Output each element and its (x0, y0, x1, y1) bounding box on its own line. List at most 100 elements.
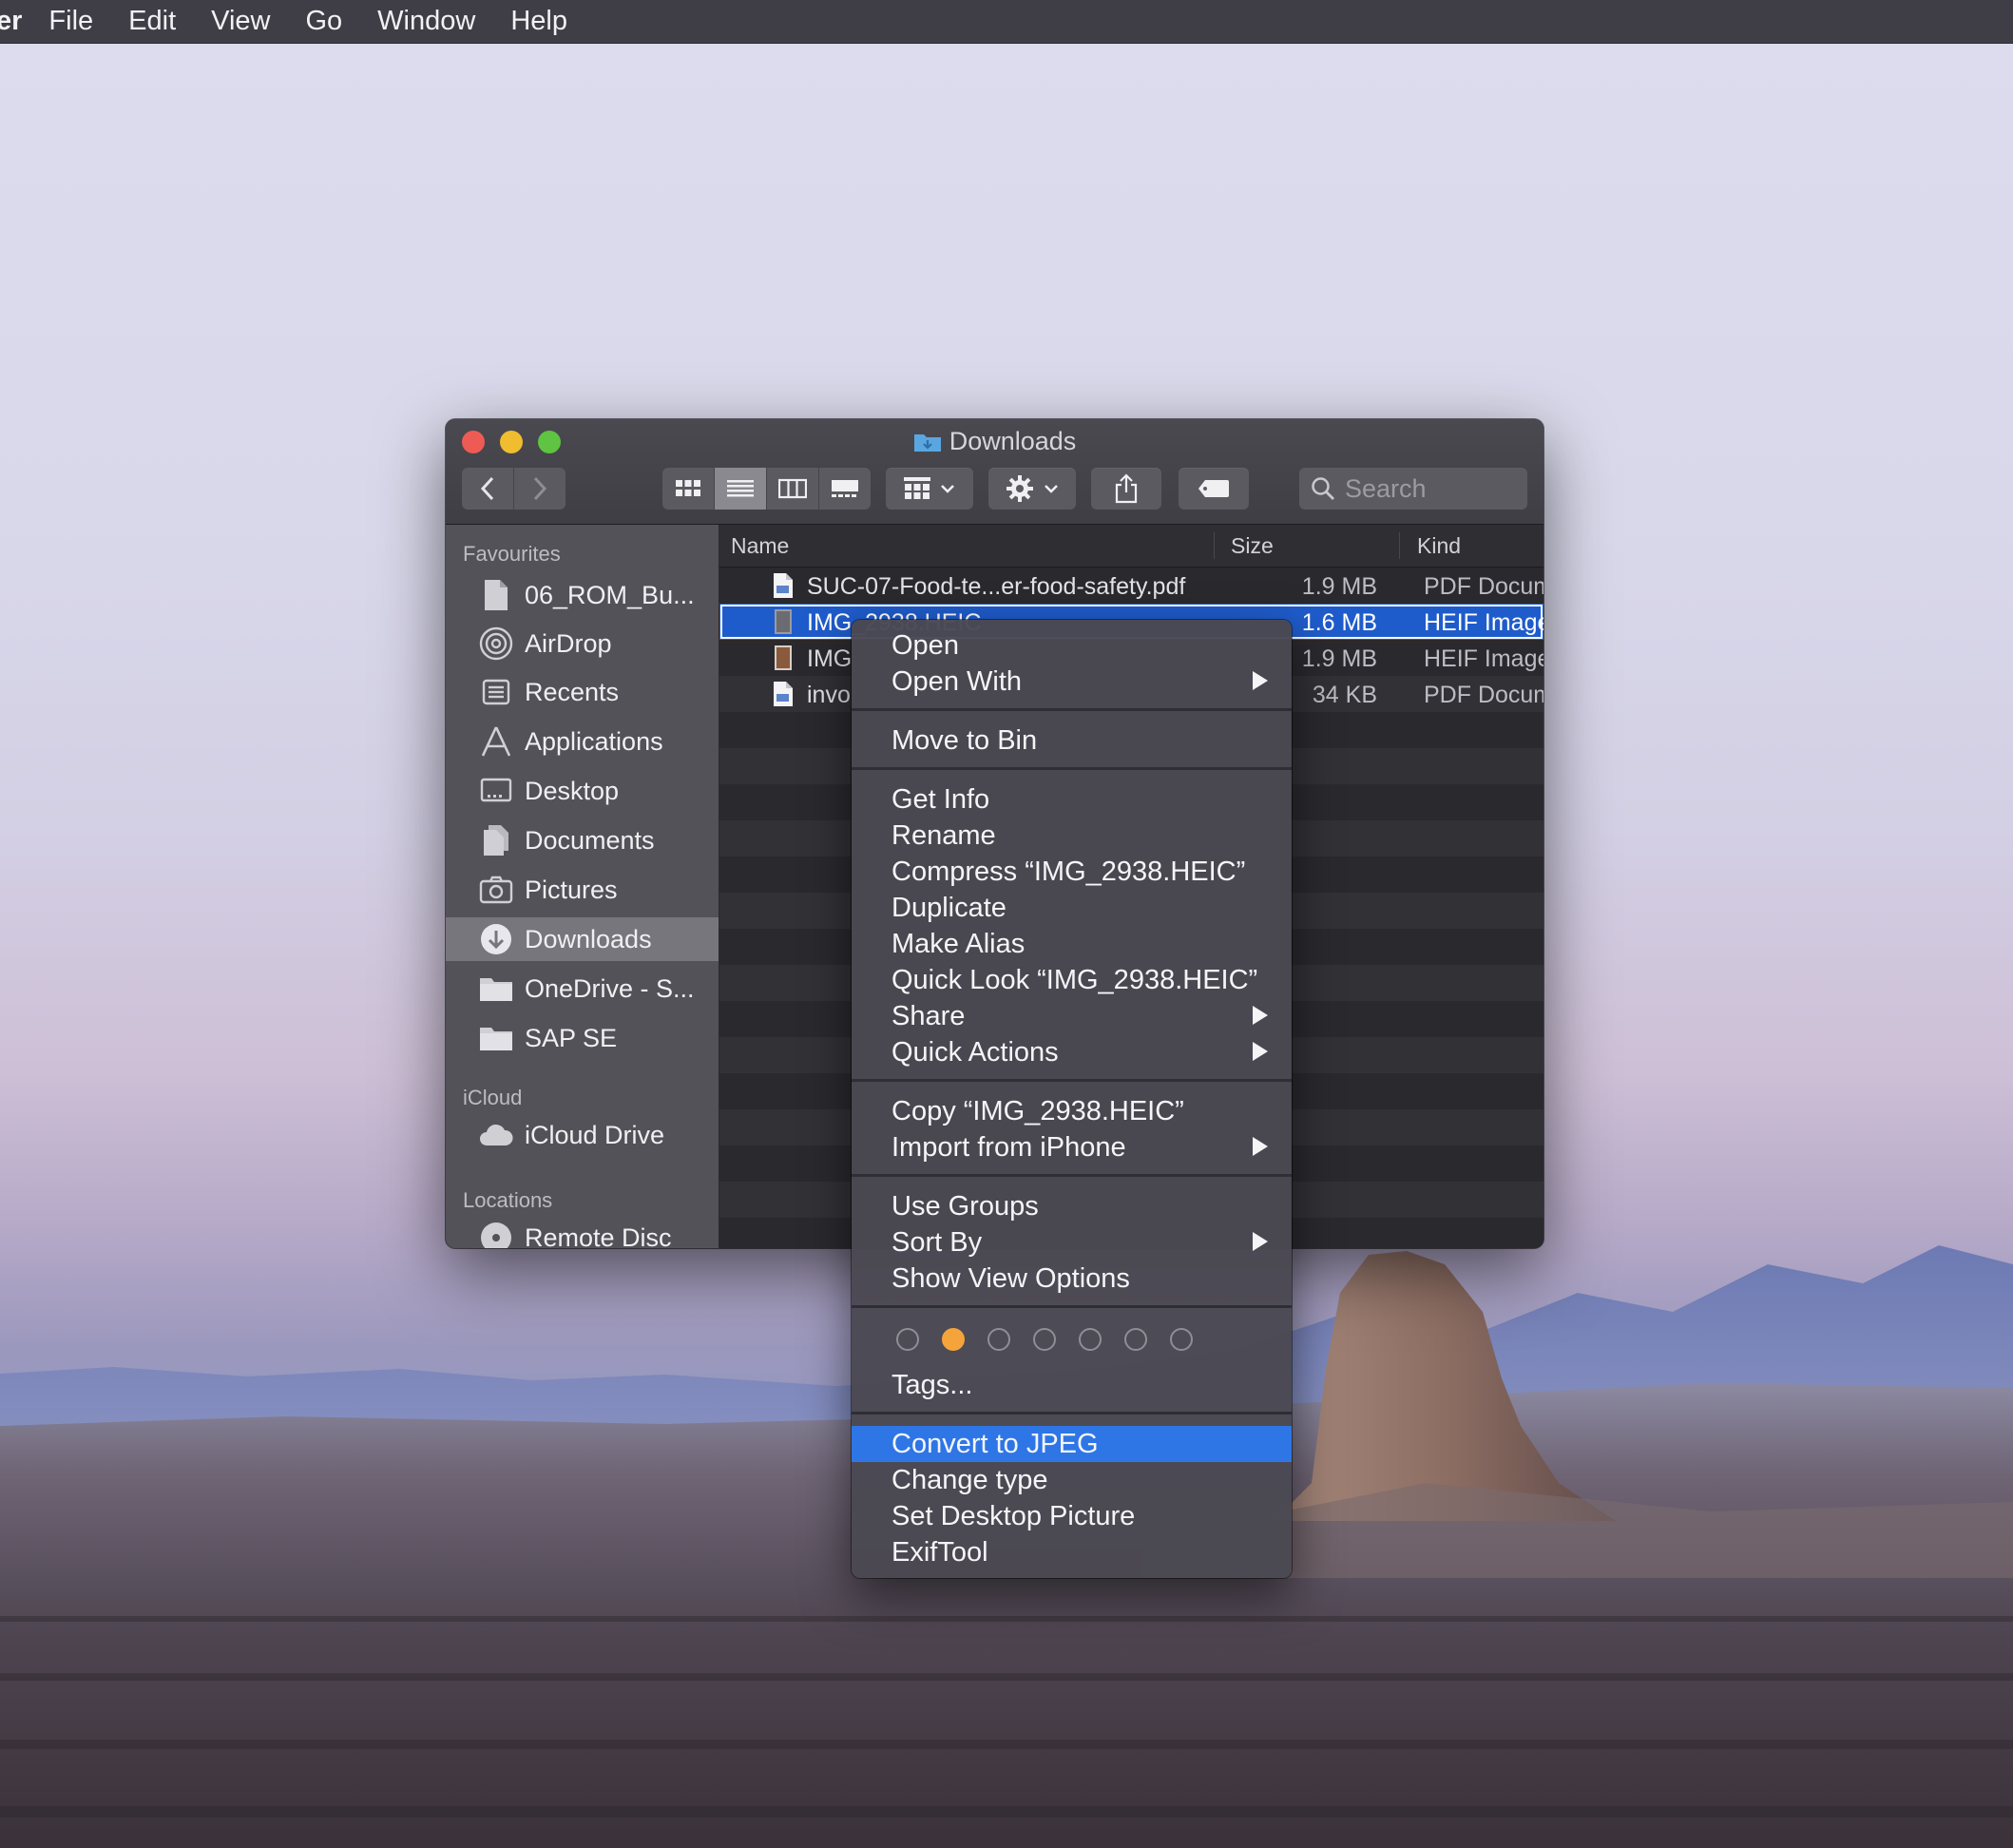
grid-icon (676, 480, 700, 496)
columns-icon (778, 478, 807, 499)
pdf-icon (774, 573, 793, 598)
menu-item-get-info[interactable]: Get Info (852, 781, 1292, 818)
file-kind: HEIF Image (1424, 609, 1543, 636)
menu-item-label: Rename (891, 819, 996, 851)
sidebar-item-desktop[interactable]: Desktop (446, 769, 719, 813)
forward-button[interactable] (514, 468, 566, 510)
share-button[interactable] (1091, 468, 1161, 510)
back-button[interactable] (462, 468, 514, 510)
menu-help[interactable]: Help (510, 6, 567, 37)
menu-item-share[interactable]: Share (852, 998, 1292, 1034)
tag-color-none[interactable] (1170, 1328, 1193, 1351)
search-icon (1312, 477, 1334, 500)
sidebar-item-downloads[interactable]: Downloads (446, 917, 719, 961)
sidebar-item-onedrive[interactable]: OneDrive - S... (446, 967, 719, 1011)
menu-file[interactable]: File (48, 6, 93, 37)
search-field[interactable]: Search (1299, 468, 1527, 510)
menu-item-label: Share (891, 1000, 966, 1031)
menu-item-open-with[interactable]: Open With (852, 664, 1292, 700)
menu-item-make-alias[interactable]: Make Alias (852, 926, 1292, 962)
back-forward-group (462, 468, 566, 510)
view-mode-group (662, 468, 871, 510)
menu-item-label: Quick Look “IMG_2938.HEIC” (891, 964, 1258, 995)
chevron-right-icon (533, 476, 547, 501)
menu-item-duplicate[interactable]: Duplicate (852, 890, 1292, 926)
menu-item-sort-by[interactable]: Sort By (852, 1224, 1292, 1261)
sidebar-item-airdrop[interactable]: AirDrop (446, 622, 719, 665)
app-menu[interactable]: er (0, 6, 22, 37)
tag-color-none[interactable] (1079, 1328, 1102, 1351)
chevron-down-icon (1045, 485, 1058, 493)
sidebar-item-label: SAP SE (525, 1023, 618, 1052)
disc-icon (481, 1222, 511, 1248)
menu-item-exiftool[interactable]: ExifTool (852, 1534, 1292, 1570)
menu-item-change-type[interactable]: Change type (852, 1462, 1292, 1498)
menu-item-compress[interactable]: Compress “IMG_2938.HEIC” (852, 854, 1292, 890)
tag-color-orange[interactable] (942, 1328, 965, 1351)
group-grid-icon (904, 477, 930, 499)
menu-window[interactable]: Window (377, 6, 475, 37)
menu-item-label: Show View Options (891, 1262, 1130, 1294)
tag-button[interactable] (1179, 468, 1249, 510)
cloud-icon (480, 1124, 513, 1145)
menu-item-rename[interactable]: Rename (852, 818, 1292, 854)
menu-item-quick-actions[interactable]: Quick Actions (852, 1034, 1292, 1070)
menu-item-label: Make Alias (891, 928, 1026, 959)
menu-item-label: Move to Bin (891, 724, 1038, 756)
icon-view-button[interactable] (662, 468, 715, 510)
file-name: SUC-07-Food-te...er-food-safety.pdf (807, 573, 1186, 600)
menu-item-move-to-bin[interactable]: Move to Bin (852, 722, 1292, 759)
tag-icon (1198, 480, 1229, 497)
sidebar-item-label: Documents (525, 825, 655, 855)
sidebar-item-applications[interactable]: Applications (446, 720, 719, 763)
menu-item-label: Set Desktop Picture (891, 1500, 1136, 1531)
menu-item-import-from-iphone[interactable]: Import from iPhone (852, 1129, 1292, 1165)
sidebar-item-06-rom[interactable]: 06_ROM_Bu... (446, 573, 719, 617)
file-row[interactable]: SUC-07-Food-te...er-food-safety.pdf 1.9 … (719, 568, 1543, 604)
menu-separator (852, 767, 1292, 770)
sidebar-item-label: Downloads (525, 924, 652, 953)
file-kind: HEIF Image (1424, 645, 1543, 672)
tag-color-none[interactable] (896, 1328, 919, 1351)
column-header-kind[interactable]: Kind (1417, 533, 1461, 559)
sidebar-item-documents[interactable]: Documents (446, 818, 719, 862)
menu-item-quick-look[interactable]: Quick Look “IMG_2938.HEIC” (852, 962, 1292, 998)
window-title: Downloads (446, 423, 1543, 459)
menu-item-use-groups[interactable]: Use Groups (852, 1188, 1292, 1224)
menu-item-copy[interactable]: Copy “IMG_2938.HEIC” (852, 1093, 1292, 1129)
sidebar-item-label: Remote Disc (525, 1222, 672, 1249)
tag-color-none[interactable] (987, 1328, 1010, 1351)
folder-icon (480, 1028, 512, 1050)
menu-go[interactable]: Go (305, 6, 342, 37)
sidebar-item-sap-se[interactable]: SAP SE (446, 1016, 719, 1060)
menu-separator (852, 1412, 1292, 1415)
menu-item-label: Copy “IMG_2938.HEIC” (891, 1095, 1184, 1126)
tag-color-none[interactable] (1124, 1328, 1147, 1351)
sidebar-item-label: 06_ROM_Bu... (525, 580, 695, 609)
sidebar-item-icloud-drive[interactable]: iCloud Drive (446, 1113, 719, 1157)
menu-item-show-view-options[interactable]: Show View Options (852, 1261, 1292, 1297)
file-size: 1.9 MB (1301, 573, 1377, 600)
menu-item-set-desktop-picture[interactable]: Set Desktop Picture (852, 1498, 1292, 1534)
menu-view[interactable]: View (211, 6, 270, 37)
sidebar-item-remote-disc[interactable]: Remote Disc (446, 1216, 719, 1248)
menu-item-label: Get Info (891, 783, 990, 815)
tag-color-none[interactable] (1033, 1328, 1056, 1351)
menu-edit[interactable]: Edit (128, 6, 176, 37)
column-header-size[interactable]: Size (1231, 533, 1274, 559)
action-button[interactable] (988, 468, 1076, 510)
share-icon (1115, 473, 1138, 504)
gear-icon (1006, 475, 1033, 502)
sidebar-item-recents[interactable]: Recents (446, 670, 719, 714)
menu-item-tags[interactable]: Tags... (852, 1367, 1292, 1403)
menu-item-convert-to-jpeg[interactable]: Convert to JPEG (852, 1426, 1292, 1462)
group-by-button[interactable] (886, 468, 973, 510)
column-view-button[interactable] (767, 468, 819, 510)
menu-item-open[interactable]: Open (852, 627, 1292, 664)
gallery-view-button[interactable] (819, 468, 871, 510)
list-view-button[interactable] (715, 468, 767, 510)
image-icon (775, 609, 792, 634)
sidebar-item-pictures[interactable]: Pictures (446, 868, 719, 912)
column-header-name[interactable]: Name (731, 533, 789, 559)
menu-separator (852, 1174, 1292, 1177)
